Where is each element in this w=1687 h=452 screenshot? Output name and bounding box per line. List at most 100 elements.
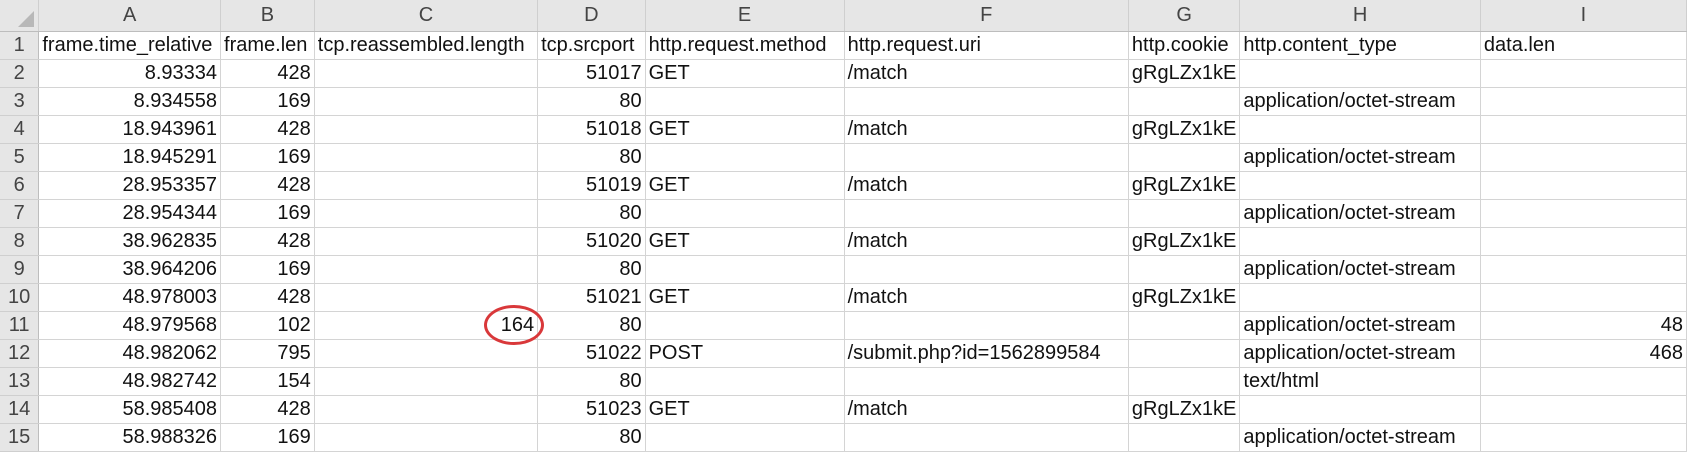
- cell-f[interactable]: /match: [844, 171, 1129, 200]
- cell-f[interactable]: [844, 87, 1129, 116]
- cell-d[interactable]: 51023: [537, 395, 646, 424]
- column-header-e[interactable]: E: [645, 0, 845, 32]
- cell-b[interactable]: 428: [220, 115, 315, 144]
- row-header[interactable]: 11: [0, 311, 40, 340]
- cell-a[interactable]: 48.978003: [38, 283, 222, 312]
- cell-b[interactable]: 795: [220, 339, 315, 368]
- row-header[interactable]: 15: [0, 423, 40, 452]
- cell-h[interactable]: [1239, 395, 1481, 424]
- cell-f[interactable]: /match: [844, 227, 1129, 256]
- cell-f[interactable]: [844, 199, 1129, 228]
- cell-g[interactable]: gRgLZx1kE: [1128, 59, 1241, 88]
- cell-e[interactable]: [645, 87, 845, 116]
- cell-b[interactable]: 102: [220, 311, 315, 340]
- column-header-c[interactable]: C: [314, 0, 539, 32]
- cell-i[interactable]: [1480, 423, 1687, 452]
- column-header-b[interactable]: B: [220, 0, 315, 32]
- cell-a[interactable]: 18.943961: [38, 115, 222, 144]
- cell-h[interactable]: application/octet-stream: [1239, 423, 1481, 452]
- cell-h[interactable]: application/octet-stream: [1239, 143, 1481, 172]
- cell-h[interactable]: [1239, 227, 1481, 256]
- cell-h[interactable]: application/octet-stream: [1239, 311, 1481, 340]
- cell-d[interactable]: 80: [537, 367, 646, 396]
- field-name-cell[interactable]: frame.time_relative: [38, 31, 222, 60]
- cell-g[interactable]: [1128, 255, 1241, 284]
- cell-g[interactable]: gRgLZx1kE: [1128, 227, 1241, 256]
- cell-d[interactable]: 80: [537, 255, 646, 284]
- select-all-corner[interactable]: [0, 0, 40, 32]
- cell-f[interactable]: /submit.php?id=1562899584: [844, 339, 1129, 368]
- cell-a[interactable]: 8.93334: [38, 59, 222, 88]
- column-header-g[interactable]: G: [1128, 0, 1241, 32]
- cell-i[interactable]: [1480, 367, 1687, 396]
- row-header[interactable]: 3: [0, 87, 40, 116]
- row-header[interactable]: 10: [0, 283, 40, 312]
- column-header-i[interactable]: I: [1480, 0, 1687, 32]
- cell-g[interactable]: [1128, 367, 1241, 396]
- cell-d[interactable]: 80: [537, 143, 646, 172]
- cell-b[interactable]: 154: [220, 367, 315, 396]
- row-header[interactable]: 2: [0, 59, 40, 88]
- row-header-1[interactable]: 1: [0, 31, 40, 60]
- column-header-d[interactable]: D: [537, 0, 646, 32]
- cell-i[interactable]: [1480, 283, 1687, 312]
- cell-c[interactable]: [314, 171, 539, 200]
- row-header[interactable]: 6: [0, 171, 40, 200]
- cell-d[interactable]: 80: [537, 423, 646, 452]
- cell-g[interactable]: gRgLZx1kE: [1128, 283, 1241, 312]
- cell-a[interactable]: 8.934558: [38, 87, 222, 116]
- field-name-cell[interactable]: http.request.uri: [844, 31, 1129, 60]
- cell-d[interactable]: 51018: [537, 115, 646, 144]
- cell-f[interactable]: /match: [844, 59, 1129, 88]
- cell-d[interactable]: 51021: [537, 283, 646, 312]
- cell-a[interactable]: 28.954344: [38, 199, 222, 228]
- cell-f[interactable]: [844, 311, 1129, 340]
- cell-b[interactable]: 169: [220, 143, 315, 172]
- cell-g[interactable]: [1128, 423, 1241, 452]
- cell-a[interactable]: 58.988326: [38, 423, 222, 452]
- cell-b[interactable]: 169: [220, 423, 315, 452]
- cell-b[interactable]: 428: [220, 171, 315, 200]
- cell-e[interactable]: [645, 423, 845, 452]
- cell-g[interactable]: gRgLZx1kE: [1128, 171, 1241, 200]
- cell-h[interactable]: [1239, 115, 1481, 144]
- cell-b[interactable]: 169: [220, 87, 315, 116]
- column-header-f[interactable]: F: [844, 0, 1129, 32]
- row-header[interactable]: 7: [0, 199, 40, 228]
- cell-i[interactable]: [1480, 199, 1687, 228]
- cell-a[interactable]: 38.962835: [38, 227, 222, 256]
- cell-h[interactable]: [1239, 283, 1481, 312]
- cell-a[interactable]: 48.982062: [38, 339, 222, 368]
- cell-f[interactable]: [844, 255, 1129, 284]
- cell-f[interactable]: /match: [844, 115, 1129, 144]
- cell-c[interactable]: [314, 255, 539, 284]
- column-header-a[interactable]: A: [38, 0, 222, 32]
- cell-i[interactable]: [1480, 143, 1687, 172]
- column-header-h[interactable]: H: [1239, 0, 1481, 32]
- field-name-cell[interactable]: http.cookie: [1128, 31, 1241, 60]
- cell-a[interactable]: 48.982742: [38, 367, 222, 396]
- cell-e[interactable]: GET: [645, 395, 845, 424]
- row-header[interactable]: 14: [0, 395, 40, 424]
- cell-e[interactable]: [645, 143, 845, 172]
- cell-a[interactable]: 28.953357: [38, 171, 222, 200]
- cell-i[interactable]: [1480, 395, 1687, 424]
- cell-g[interactable]: [1128, 87, 1241, 116]
- cell-i[interactable]: 48: [1480, 311, 1687, 340]
- cell-g[interactable]: [1128, 143, 1241, 172]
- cell-h[interactable]: application/octet-stream: [1239, 199, 1481, 228]
- cell-e[interactable]: GET: [645, 171, 845, 200]
- cell-e[interactable]: [645, 367, 845, 396]
- cell-d[interactable]: 80: [537, 87, 646, 116]
- cell-g[interactable]: gRgLZx1kE: [1128, 395, 1241, 424]
- cell-c[interactable]: [314, 87, 539, 116]
- row-header[interactable]: 13: [0, 367, 40, 396]
- cell-g[interactable]: [1128, 311, 1241, 340]
- cell-e[interactable]: GET: [645, 115, 845, 144]
- cell-a[interactable]: 38.964206: [38, 255, 222, 284]
- cell-b[interactable]: 428: [220, 283, 315, 312]
- cell-h[interactable]: [1239, 59, 1481, 88]
- cell-h[interactable]: application/octet-stream: [1239, 87, 1481, 116]
- cell-c[interactable]: [314, 227, 539, 256]
- cell-e[interactable]: POST: [645, 339, 845, 368]
